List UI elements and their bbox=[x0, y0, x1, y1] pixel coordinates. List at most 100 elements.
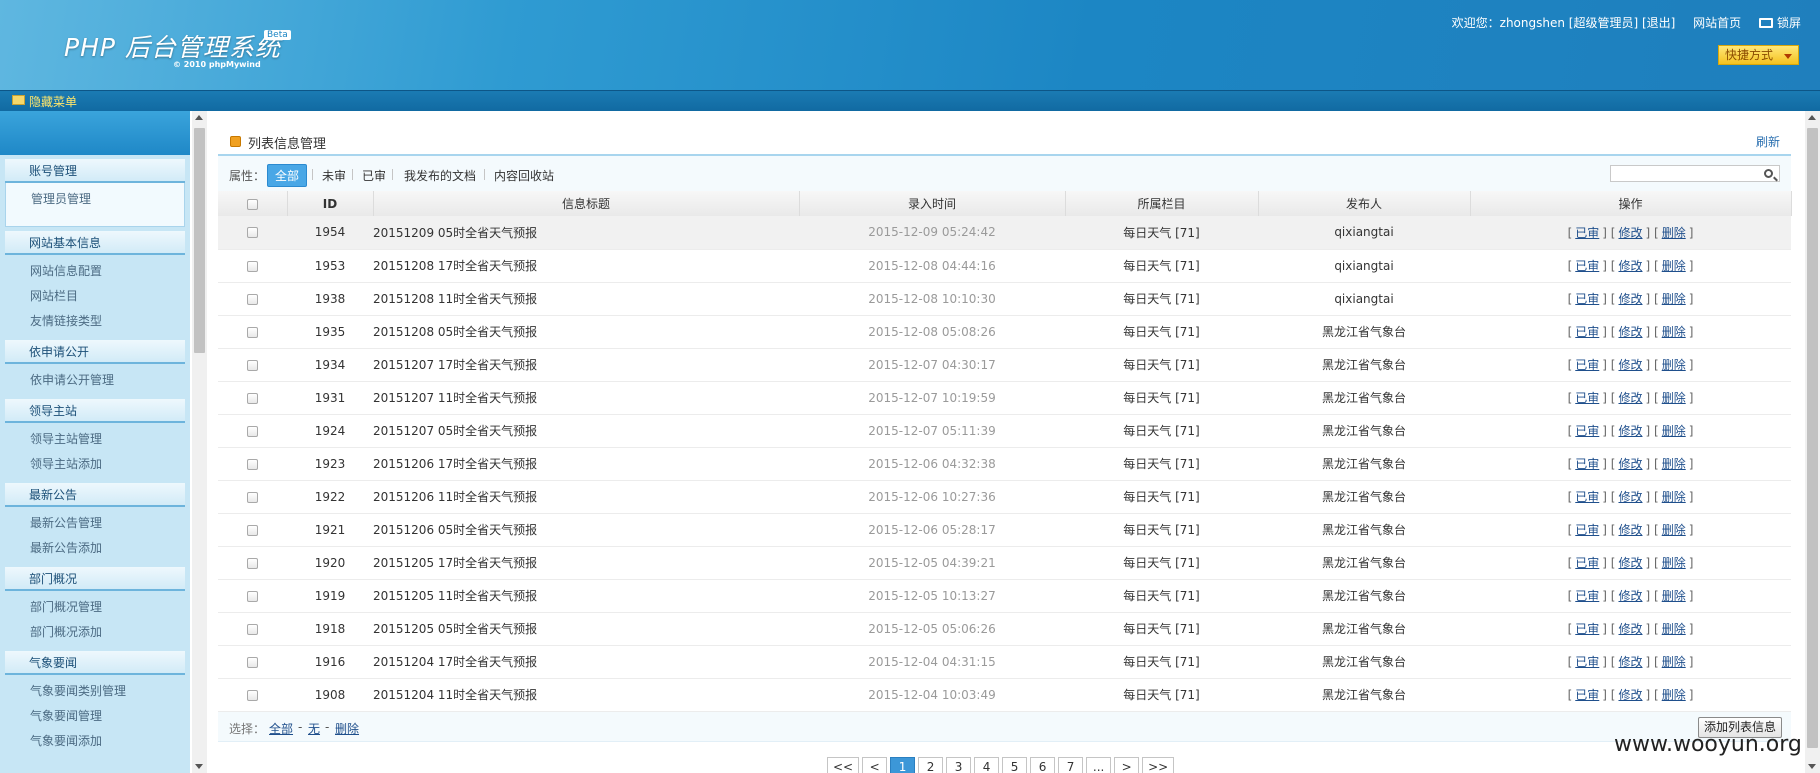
review-link[interactable]: 已审 bbox=[1575, 556, 1599, 570]
sidebar-item-admin-manage[interactable]: 管理员管理 bbox=[6, 187, 184, 212]
page-button[interactable]: ... bbox=[1086, 757, 1112, 773]
sidebar-item-site-columns[interactable]: 网站栏目 bbox=[5, 284, 185, 309]
review-link[interactable]: 已审 bbox=[1575, 490, 1599, 504]
row-checkbox[interactable] bbox=[247, 557, 258, 569]
sidebar-item-departments-manage[interactable]: 部门概况管理 bbox=[5, 595, 185, 620]
sidebar-group-title[interactable]: 最新公告 bbox=[5, 483, 185, 507]
row-title[interactable]: 20151208 05时全省天气预报 bbox=[373, 315, 799, 349]
sidebar-item-notices-manage[interactable]: 最新公告管理 bbox=[5, 511, 185, 536]
sidebar-item-disclosure-manage[interactable]: 依申请公开管理 bbox=[5, 368, 185, 393]
review-link[interactable]: 已审 bbox=[1575, 622, 1599, 636]
sidebar-item-leaders-add[interactable]: 领导主站添加 bbox=[5, 452, 185, 477]
edit-link[interactable]: 修改 bbox=[1618, 523, 1642, 537]
review-link[interactable]: 已审 bbox=[1575, 259, 1599, 273]
filter-recycle-bin[interactable]: 内容回收站 bbox=[494, 167, 554, 184]
select-all-link[interactable]: 全部 bbox=[269, 720, 293, 737]
review-link[interactable]: 已审 bbox=[1575, 424, 1599, 438]
sidebar-item-news-manage[interactable]: 气象要闻管理 bbox=[5, 704, 185, 729]
row-checkbox[interactable] bbox=[247, 425, 258, 437]
row-title[interactable]: 20151209 05时全省天气预报 bbox=[373, 216, 799, 250]
page-button[interactable]: 5 bbox=[1002, 757, 1028, 773]
row-checkbox[interactable] bbox=[247, 524, 258, 536]
page-button[interactable]: 2 bbox=[918, 757, 944, 773]
filter-unreviewed[interactable]: 未审 bbox=[322, 167, 346, 184]
row-checkbox[interactable] bbox=[247, 326, 258, 338]
edit-link[interactable]: 修改 bbox=[1618, 622, 1642, 636]
review-link[interactable]: 已审 bbox=[1575, 292, 1599, 306]
page-button[interactable]: << bbox=[827, 757, 860, 773]
row-title[interactable]: 20151207 17时全省天气预报 bbox=[373, 348, 799, 382]
delete-link[interactable]: 删除 bbox=[1662, 325, 1686, 339]
review-link[interactable]: 已审 bbox=[1575, 655, 1599, 669]
row-checkbox[interactable] bbox=[247, 458, 258, 470]
row-checkbox[interactable] bbox=[247, 359, 258, 371]
sidebar-item-news-add[interactable]: 气象要闻添加 bbox=[5, 729, 185, 754]
page-button[interactable]: 1 bbox=[890, 757, 916, 773]
scroll-down-icon[interactable] bbox=[195, 764, 203, 769]
row-title[interactable]: 20151206 05时全省天气预报 bbox=[373, 513, 799, 547]
search-icon[interactable] bbox=[1764, 169, 1773, 178]
delete-selected-link[interactable]: 删除 bbox=[335, 720, 359, 737]
row-title[interactable]: 20151207 11时全省天气预报 bbox=[373, 381, 799, 415]
row-checkbox[interactable] bbox=[247, 590, 258, 602]
delete-link[interactable]: 删除 bbox=[1662, 655, 1686, 669]
review-link[interactable]: 已审 bbox=[1575, 523, 1599, 537]
sidebar-group-title[interactable]: 网站基本信息 bbox=[5, 231, 185, 255]
scroll-up-icon[interactable] bbox=[1808, 115, 1816, 120]
hide-menu-link[interactable]: 隐藏菜单 bbox=[29, 93, 77, 110]
edit-link[interactable]: 修改 bbox=[1618, 424, 1642, 438]
filter-reviewed[interactable]: 已审 bbox=[362, 167, 386, 184]
sidebar-item-link-types[interactable]: 友情链接类型 bbox=[5, 309, 185, 334]
select-none-link[interactable]: 无 bbox=[308, 720, 320, 737]
sidebar-item-site-config[interactable]: 网站信息配置 bbox=[5, 259, 185, 284]
sidebar-item-leaders-manage[interactable]: 领导主站管理 bbox=[5, 427, 185, 452]
delete-link[interactable]: 删除 bbox=[1662, 391, 1686, 405]
edit-link[interactable]: 修改 bbox=[1618, 688, 1642, 702]
delete-link[interactable]: 删除 bbox=[1662, 292, 1686, 306]
lock-link[interactable]: 锁屏 bbox=[1758, 16, 1801, 30]
delete-link[interactable]: 删除 bbox=[1662, 424, 1686, 438]
delete-link[interactable]: 删除 bbox=[1662, 589, 1686, 603]
delete-link[interactable]: 删除 bbox=[1662, 490, 1686, 504]
sidebar-item-departments-add[interactable]: 部门概况添加 bbox=[5, 620, 185, 645]
review-link[interactable]: 已审 bbox=[1575, 226, 1599, 240]
page-button[interactable]: > bbox=[1114, 757, 1140, 773]
row-title[interactable]: 20151205 17时全省天气预报 bbox=[373, 546, 799, 580]
delete-link[interactable]: 删除 bbox=[1662, 622, 1686, 636]
filter-all[interactable]: 全部 bbox=[267, 164, 308, 187]
row-title[interactable]: 20151206 11时全省天气预报 bbox=[373, 480, 799, 514]
sidebar-scrollbar[interactable] bbox=[192, 111, 207, 773]
row-title[interactable]: 20151204 11时全省天气预报 bbox=[373, 678, 799, 712]
row-checkbox[interactable] bbox=[247, 260, 258, 272]
quick-menu-button[interactable]: 快捷方式 bbox=[1718, 45, 1799, 65]
row-checkbox[interactable] bbox=[247, 227, 258, 239]
scroll-thumb[interactable] bbox=[1807, 128, 1818, 748]
edit-link[interactable]: 修改 bbox=[1618, 556, 1642, 570]
row-checkbox[interactable] bbox=[247, 689, 258, 701]
delete-link[interactable]: 删除 bbox=[1662, 688, 1686, 702]
edit-link[interactable]: 修改 bbox=[1618, 589, 1642, 603]
welcome-text[interactable]: 欢迎您：zhongshen [超级管理员] [退出] bbox=[1452, 16, 1676, 30]
search-input[interactable] bbox=[1610, 165, 1780, 182]
row-checkbox[interactable] bbox=[247, 392, 258, 404]
delete-link[interactable]: 删除 bbox=[1662, 358, 1686, 372]
row-checkbox[interactable] bbox=[247, 656, 258, 668]
sidebar-item-notices-add[interactable]: 最新公告添加 bbox=[5, 536, 185, 561]
delete-link[interactable]: 删除 bbox=[1662, 556, 1686, 570]
delete-link[interactable]: 删除 bbox=[1662, 457, 1686, 471]
sidebar-group-title[interactable]: 部门概况 bbox=[5, 567, 185, 591]
edit-link[interactable]: 修改 bbox=[1618, 325, 1642, 339]
delete-link[interactable]: 删除 bbox=[1662, 226, 1686, 240]
edit-link[interactable]: 修改 bbox=[1618, 358, 1642, 372]
edit-link[interactable]: 修改 bbox=[1618, 259, 1642, 273]
row-title[interactable]: 20151204 17时全省天气预报 bbox=[373, 645, 799, 679]
review-link[interactable]: 已审 bbox=[1575, 358, 1599, 372]
select-all-checkbox[interactable] bbox=[246, 198, 258, 210]
page-button[interactable]: < bbox=[862, 757, 888, 773]
review-link[interactable]: 已审 bbox=[1575, 457, 1599, 471]
edit-link[interactable]: 修改 bbox=[1618, 655, 1642, 669]
sidebar-group-title[interactable]: 依申请公开 bbox=[5, 340, 185, 364]
delete-link[interactable]: 删除 bbox=[1662, 523, 1686, 537]
refresh-link[interactable]: 刷新 bbox=[1756, 133, 1780, 150]
page-button[interactable]: 7 bbox=[1058, 757, 1084, 773]
